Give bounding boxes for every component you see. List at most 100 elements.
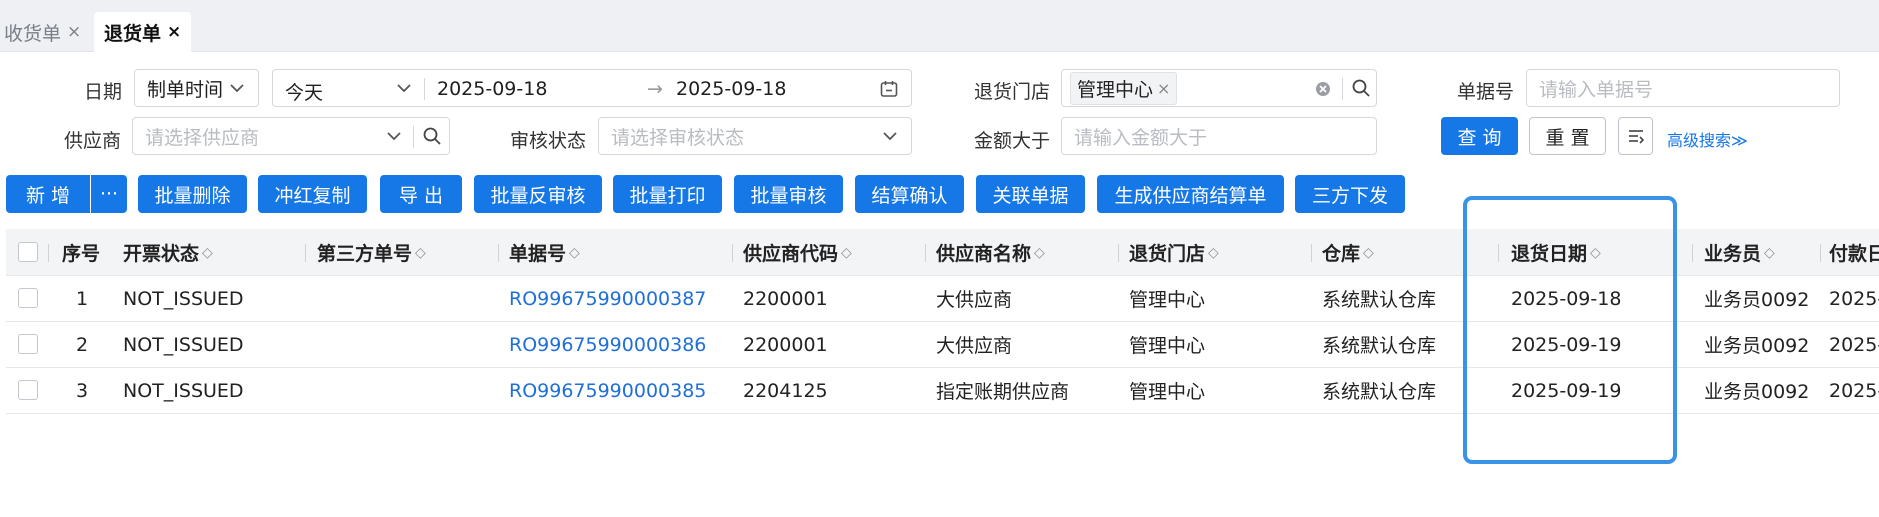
search-icon[interactable] — [1351, 78, 1371, 98]
third-party-dispatch-button[interactable]: 三方下发 — [1295, 175, 1405, 213]
row-checkbox[interactable] — [18, 380, 38, 400]
close-icon[interactable]: × — [167, 22, 181, 42]
amount-gt-input[interactable]: 请输入金额大于 — [1061, 117, 1377, 155]
supplier-label: 供应商 — [64, 130, 122, 152]
chevron-down-icon — [387, 132, 401, 141]
batch-delete-button[interactable]: 批量删除 — [138, 175, 247, 213]
cell-return-date: 2025-09-18 — [1511, 287, 1622, 310]
export-button[interactable]: 导 出 — [380, 175, 462, 213]
column-settings-button[interactable] — [1618, 117, 1653, 155]
end-date-input[interactable]: 2025-09-18 — [676, 78, 786, 100]
table-row[interactable]: 2 NOT_ISSUED RO99675990000386 2200001 大供… — [6, 322, 1879, 368]
cell-return-store: 管理中心 — [1129, 335, 1206, 357]
column-divider — [732, 244, 733, 262]
calendar-icon[interactable] — [879, 79, 899, 99]
cell-supplier-name: 指定账期供应商 — [936, 381, 1070, 403]
cell-invoice-status: NOT_ISSUED — [123, 333, 244, 356]
cell-seq: 2 — [76, 333, 89, 356]
tab-bar: 收货单 × 退货单 × — [0, 0, 1879, 52]
doc-no-link[interactable]: RO99675990000386 — [509, 322, 706, 367]
cell-warehouse: 系统默认仓库 — [1322, 335, 1437, 357]
generate-settlement-button[interactable]: 生成供应商结算单 — [1097, 175, 1284, 213]
col-header-return-store[interactable]: 退货门店 ◇ — [1129, 229, 1219, 276]
cell-warehouse: 系统默认仓库 — [1322, 289, 1437, 311]
column-divider — [1820, 244, 1821, 262]
table-row[interactable]: 3 NOT_ISSUED RO99675990000385 2204125 指定… — [6, 368, 1879, 414]
settle-confirm-button[interactable]: 结算确认 — [855, 175, 964, 213]
audit-status-label: 审核状态 — [510, 130, 587, 152]
col-header-supplier-name[interactable]: 供应商名称 ◇ — [936, 229, 1045, 276]
cell-payment-date: 2025- — [1829, 333, 1879, 356]
select-all-checkbox[interactable] — [18, 242, 38, 262]
column-divider — [498, 244, 499, 262]
date-preset-value[interactable]: 今天 — [285, 78, 323, 105]
amount-gt-label: 金额大于 — [974, 130, 1051, 152]
reset-button[interactable]: 重 置 — [1529, 117, 1606, 155]
cell-invoice-status: NOT_ISSUED — [123, 379, 244, 402]
clear-icon[interactable] — [1315, 81, 1331, 97]
col-header-doc-no[interactable]: 单据号 ◇ — [509, 229, 580, 276]
doc-no-label: 单据号 — [1457, 81, 1515, 103]
cell-invoice-status: NOT_ISSUED — [123, 287, 244, 310]
more-actions-button[interactable]: ··· — [91, 175, 127, 213]
start-date-input[interactable]: 2025-09-18 — [437, 78, 547, 100]
row-checkbox[interactable] — [18, 288, 38, 308]
sort-icon: ◇ — [202, 244, 213, 261]
column-divider — [305, 244, 306, 262]
return-store-label: 退货门店 — [974, 81, 1051, 103]
search-icon[interactable] — [422, 126, 442, 146]
col-header-invoice-status[interactable]: 开票状态 ◇ — [123, 229, 213, 276]
divider — [424, 78, 425, 100]
batch-audit-button[interactable]: 批量审核 — [734, 175, 843, 213]
row-checkbox[interactable] — [18, 334, 38, 354]
col-header-seq: 序号 — [62, 243, 101, 265]
return-store-select[interactable]: 管理中心 × — [1061, 69, 1377, 107]
date-range-picker[interactable]: 今天 2025-09-18 → 2025-09-18 — [272, 69, 912, 107]
cell-supplier-code: 2200001 — [743, 287, 828, 310]
col-header-third-party-no[interactable]: 第三方单号 ◇ — [317, 229, 426, 276]
tab-receipt[interactable]: 收货单 × — [0, 12, 91, 52]
supplier-select[interactable]: 请选择供应商 — [132, 117, 450, 155]
column-divider — [1498, 244, 1499, 262]
tab-return[interactable]: 退货单 × — [94, 12, 192, 52]
query-button[interactable]: 查 询 — [1441, 117, 1518, 155]
sort-icon: ◇ — [1764, 244, 1775, 261]
advanced-search-link[interactable]: 高级搜索≫ — [1667, 127, 1748, 151]
red-copy-button[interactable]: 冲红复制 — [258, 175, 367, 213]
column-divider — [48, 244, 49, 262]
cell-payment-date: 2025- — [1829, 287, 1879, 310]
col-header-salesperson[interactable]: 业务员 ◇ — [1704, 229, 1775, 276]
sort-icon: ◇ — [1208, 244, 1219, 261]
doc-no-link[interactable]: RO99675990000387 — [509, 276, 706, 321]
amount-gt-placeholder: 请输入金额大于 — [1074, 126, 1208, 149]
chevron-down-icon — [883, 132, 897, 141]
chevron-down-icon — [230, 84, 244, 93]
date-type-select[interactable]: 制单时间 — [134, 69, 259, 107]
audit-status-select[interactable]: 请选择审核状态 — [598, 117, 912, 155]
sort-icon: ◇ — [1590, 244, 1601, 261]
cell-supplier-name: 大供应商 — [936, 289, 1013, 311]
col-header-return-date[interactable]: 退货日期 ◇ — [1511, 229, 1601, 276]
cell-salesperson: 业务员0092 — [1704, 335, 1810, 357]
close-icon[interactable]: × — [67, 22, 81, 42]
table-header: 序号 开票状态 ◇ 第三方单号 ◇ 单据号 ◇ 供应商代码 ◇ 供应商名称 ◇ 退货门店 ◇… — [6, 229, 1879, 276]
table-row[interactable]: 1 NOT_ISSUED RO99675990000387 2200001 大供… — [6, 276, 1879, 322]
tag-label: 管理中心 — [1077, 78, 1154, 101]
cell-seq: 1 — [76, 287, 89, 310]
col-header-warehouse[interactable]: 仓库 ◇ — [1322, 229, 1374, 276]
batch-unaudit-button[interactable]: 批量反审核 — [474, 175, 602, 213]
cell-warehouse: 系统默认仓库 — [1322, 381, 1437, 403]
list-settings-icon — [1628, 130, 1644, 144]
col-header-payment-date[interactable]: 付款日 — [1829, 229, 1879, 276]
date-label: 日期 — [84, 81, 123, 103]
related-docs-button[interactable]: 关联单据 — [976, 175, 1085, 213]
cell-return-date: 2025-09-19 — [1511, 379, 1622, 402]
add-button[interactable]: 新 增 — [6, 175, 90, 213]
cell-salesperson: 业务员0092 — [1704, 289, 1810, 311]
doc-no-input[interactable]: 请输入单据号 — [1526, 69, 1840, 107]
batch-print-button[interactable]: 批量打印 — [613, 175, 722, 213]
tag-close-icon[interactable]: × — [1157, 79, 1170, 98]
doc-no-link[interactable]: RO99675990000385 — [509, 368, 706, 413]
cell-supplier-code: 2200001 — [743, 333, 828, 356]
col-header-supplier-code[interactable]: 供应商代码 ◇ — [743, 229, 852, 276]
